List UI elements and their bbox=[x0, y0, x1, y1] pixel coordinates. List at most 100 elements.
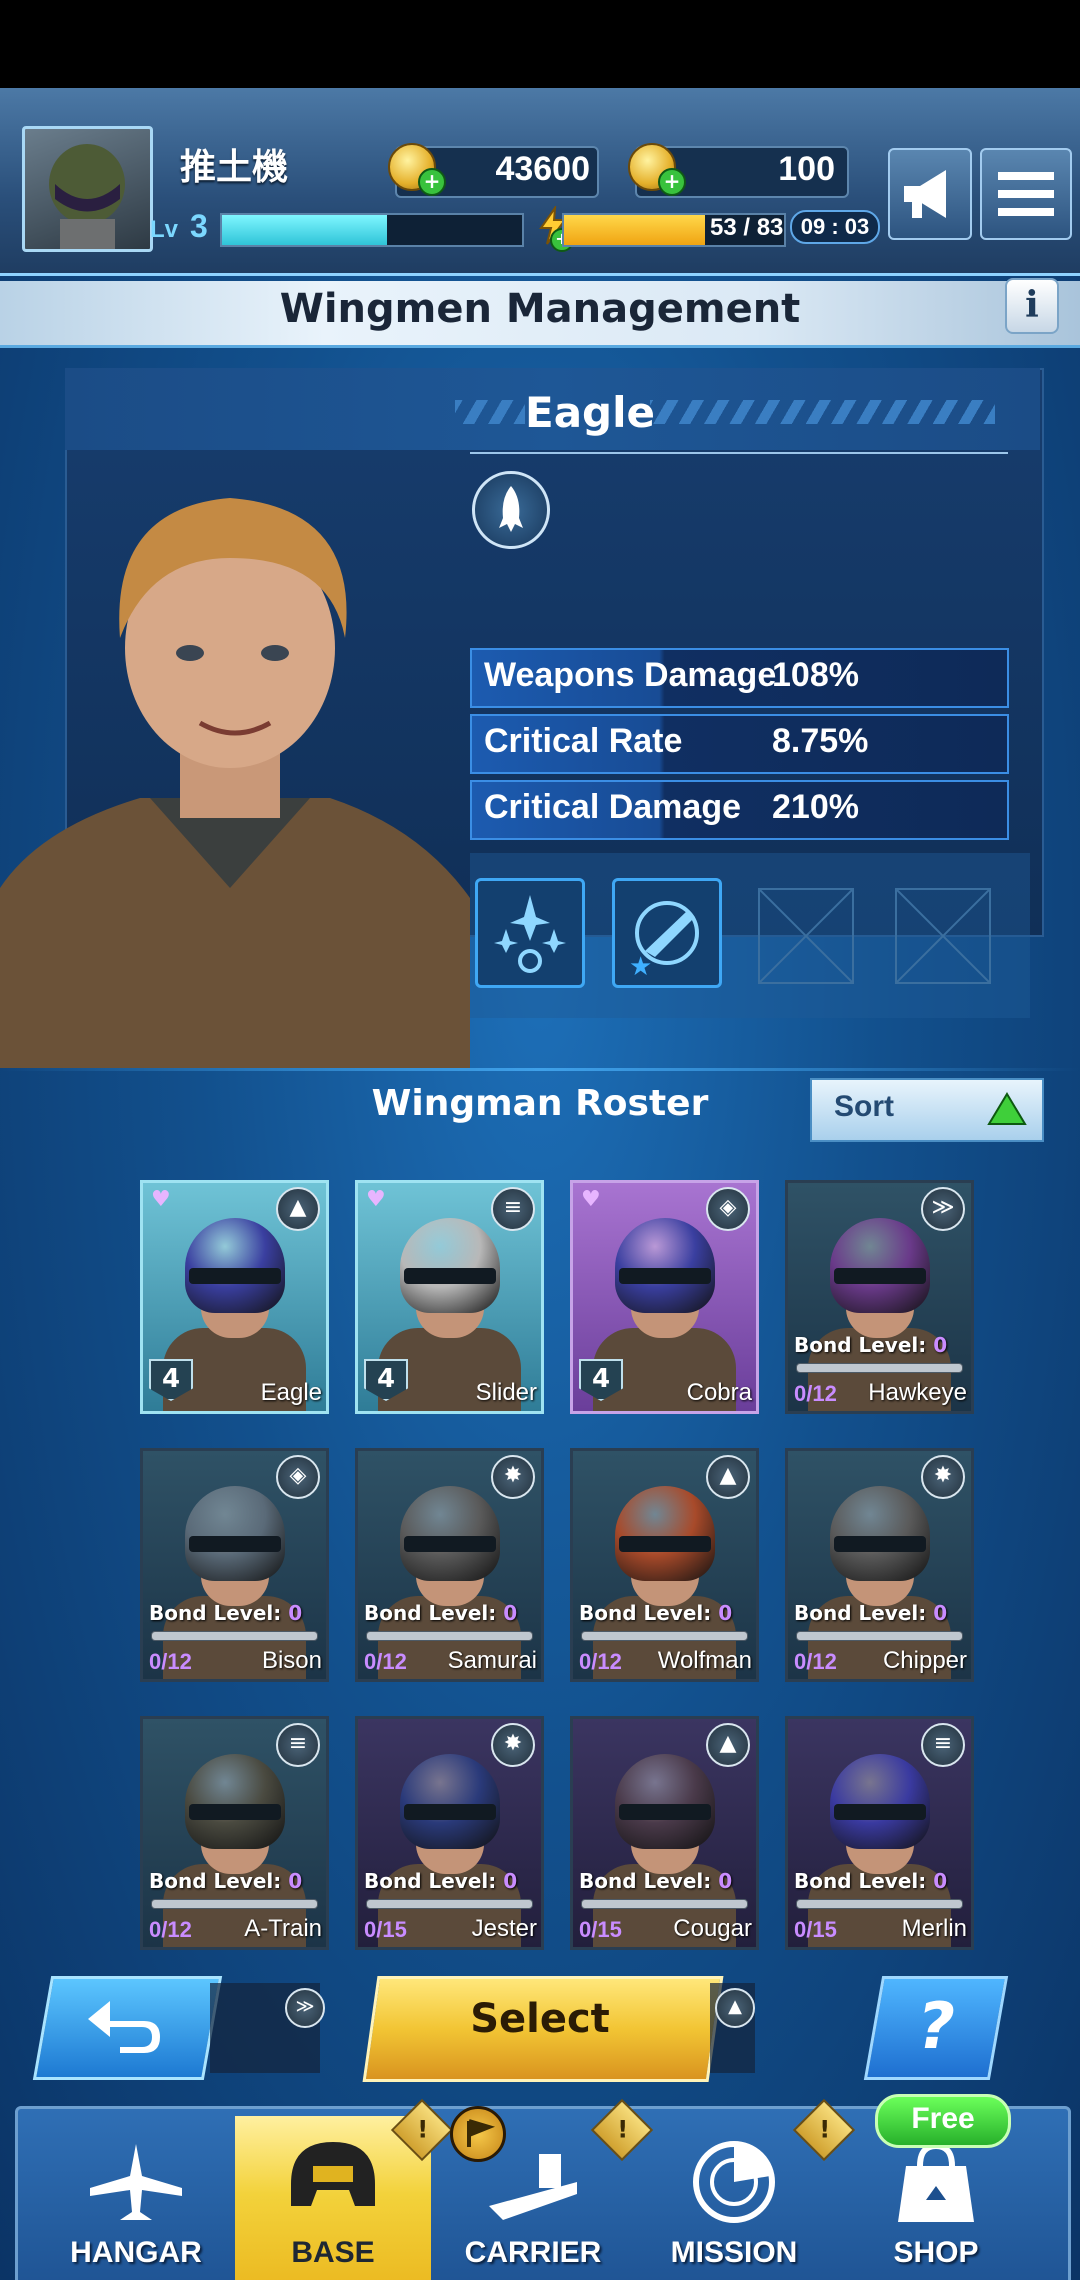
flag-badge-icon bbox=[450, 2106, 506, 2162]
skill-slot-locked-3 bbox=[758, 888, 854, 984]
helmet-visor bbox=[619, 1268, 711, 1284]
pilot-helmet bbox=[615, 1486, 715, 1581]
bond-bar bbox=[581, 1899, 748, 1909]
stat-label: Weapons Damage bbox=[484, 656, 777, 694]
helmet-visor bbox=[834, 1268, 926, 1284]
card-name: Hawkeye bbox=[868, 1379, 967, 1406]
sort-button[interactable]: Sort bbox=[810, 1078, 1044, 1142]
token-amount: 100 bbox=[778, 150, 835, 188]
bond-label: Bond Level: bbox=[794, 1333, 927, 1357]
info-button[interactable]: i bbox=[1005, 278, 1059, 334]
skill-slot-1[interactable] bbox=[475, 878, 585, 988]
bond-bar bbox=[581, 1631, 748, 1641]
bond-label: Bond Level: bbox=[364, 1601, 497, 1625]
pilot-helmet bbox=[400, 1754, 500, 1849]
roster-card[interactable]: ◈ Bond Level: 0 0/12 Bison bbox=[140, 1448, 329, 1682]
pilot-helmet bbox=[615, 1754, 715, 1849]
bond-value: 0 bbox=[503, 1601, 518, 1625]
bond-value: 0 bbox=[718, 1869, 733, 1893]
bond-label: Bond Level: bbox=[794, 1601, 927, 1625]
add-token-button[interactable]: + bbox=[658, 168, 686, 196]
shield-icon: ◈ bbox=[706, 1187, 750, 1231]
selected-wingman-name: Eagle bbox=[525, 388, 655, 437]
bond-level: Bond Level: 0 bbox=[794, 1601, 965, 1625]
roster-card[interactable]: ▲ Bond Level: 0 0/12 Wolfman bbox=[570, 1448, 759, 1682]
bond-label: Bond Level: bbox=[579, 1601, 712, 1625]
roster-card[interactable]: ≡ Bond Level: 0 0/15 Merlin bbox=[785, 1716, 974, 1950]
burst-icon: ✸ bbox=[921, 1455, 965, 1499]
missiles-icon: ≡ bbox=[276, 1723, 320, 1767]
bond-bar bbox=[796, 1899, 963, 1909]
rocket-icon: ▲ bbox=[706, 1723, 750, 1767]
pilot-helmet bbox=[185, 1754, 285, 1849]
bond-progress: 0/12 bbox=[149, 1917, 192, 1942]
bond-value: 0 bbox=[288, 1869, 303, 1893]
empty-slot-icon bbox=[759, 889, 853, 983]
bond-progress: 0/12 bbox=[364, 1649, 407, 1674]
helmet-icon bbox=[291, 2142, 375, 2206]
plane-icon bbox=[90, 2144, 182, 2220]
roster-card[interactable]: ✸ Bond Level: 0 0/15 Jester bbox=[355, 1716, 544, 1950]
energy-timer: 09 : 03 bbox=[790, 210, 880, 244]
stat-value: 108% bbox=[772, 656, 859, 694]
menu-button[interactable] bbox=[980, 148, 1072, 240]
globe-jet-skill-icon: ★ bbox=[629, 901, 699, 982]
pilot-helmet bbox=[400, 1486, 500, 1581]
help-button[interactable]: ? bbox=[863, 1976, 1009, 2080]
sort-up-icon bbox=[987, 1092, 1027, 1125]
roster-card[interactable]: ≡ ♥ 4 Slider bbox=[355, 1180, 544, 1414]
svg-text:★: ★ bbox=[629, 952, 652, 982]
bond-progress: 0/15 bbox=[579, 1917, 622, 1942]
bond-level: Bond Level: 0 bbox=[794, 1869, 965, 1893]
stat-value: 8.75% bbox=[772, 722, 869, 760]
card-name: Samurai bbox=[447, 1647, 537, 1674]
bond-value: 0 bbox=[933, 1333, 948, 1357]
hamburger-icon bbox=[998, 172, 1054, 216]
xp-bar-fill bbox=[222, 215, 387, 245]
gold-amount: 43600 bbox=[495, 150, 590, 188]
roster-card[interactable]: ✸ Bond Level: 0 0/12 Chipper bbox=[785, 1448, 974, 1682]
stat-row: Critical Rate 8.75% bbox=[470, 714, 1009, 774]
pilot-helmet bbox=[185, 1218, 285, 1313]
card-name: Merlin bbox=[901, 1915, 967, 1942]
rocket-icon: ▲ bbox=[706, 1455, 750, 1499]
bond-level: Bond Level: 0 bbox=[149, 1869, 320, 1893]
heart-icon: ♥ bbox=[366, 1187, 386, 1212]
bond-level: Bond Level: 0 bbox=[364, 1869, 535, 1893]
pilot-helmet bbox=[830, 1486, 930, 1581]
helmet-visor bbox=[404, 1268, 496, 1284]
roster-card[interactable]: ≡ Bond Level: 0 0/12 A-Train bbox=[140, 1716, 329, 1950]
bond-progress: 0/15 bbox=[364, 1917, 407, 1942]
roster-divider bbox=[0, 1068, 1080, 1071]
pilot-helmet bbox=[830, 1754, 930, 1849]
roster-card[interactable]: ✸ Bond Level: 0 0/12 Samurai bbox=[355, 1448, 544, 1682]
energy-count: 53 / 83 bbox=[710, 214, 784, 241]
bond-level: Bond Level: 0 bbox=[364, 1601, 535, 1625]
bond-bar bbox=[366, 1631, 533, 1641]
nav-label: MISSION bbox=[670, 2236, 798, 2269]
roster-card[interactable]: ◈ ♥ 4 Cobra bbox=[570, 1180, 759, 1414]
player-level: 3 bbox=[190, 208, 208, 244]
formation-skill-icon bbox=[494, 895, 566, 973]
xp-bar bbox=[220, 213, 524, 247]
wingman-class-icon bbox=[472, 471, 550, 549]
roster-card[interactable]: ≫ Bond Level: 0 0/12 Hawkeye bbox=[785, 1180, 974, 1414]
card-name: Chipper bbox=[882, 1647, 967, 1674]
card-name: Slider bbox=[475, 1379, 537, 1406]
bond-bar bbox=[796, 1631, 963, 1641]
player-avatar[interactable] bbox=[22, 126, 153, 252]
heart-icon: ♥ bbox=[151, 1187, 171, 1212]
announcements-button[interactable] bbox=[888, 148, 972, 240]
nav-hangar[interactable]: HANGAR bbox=[38, 2116, 234, 2280]
nav-label: CARRIER bbox=[464, 2236, 602, 2269]
helmet-visor bbox=[189, 1536, 281, 1552]
skill-slot-2[interactable]: ★ bbox=[612, 878, 722, 988]
bond-level: Bond Level: 0 bbox=[794, 1333, 965, 1357]
helmet-visor bbox=[619, 1536, 711, 1552]
free-badge: Free bbox=[875, 2094, 1011, 2148]
page-title: Wingmen Management bbox=[279, 286, 801, 332]
roster-card[interactable]: ▲ Bond Level: 0 0/15 Cougar bbox=[570, 1716, 759, 1950]
roster-card[interactable]: ▲ ♥ 4 Eagle bbox=[140, 1180, 329, 1414]
bond-progress: 0/12 bbox=[794, 1649, 837, 1674]
missiles-icon: ≡ bbox=[921, 1723, 965, 1767]
